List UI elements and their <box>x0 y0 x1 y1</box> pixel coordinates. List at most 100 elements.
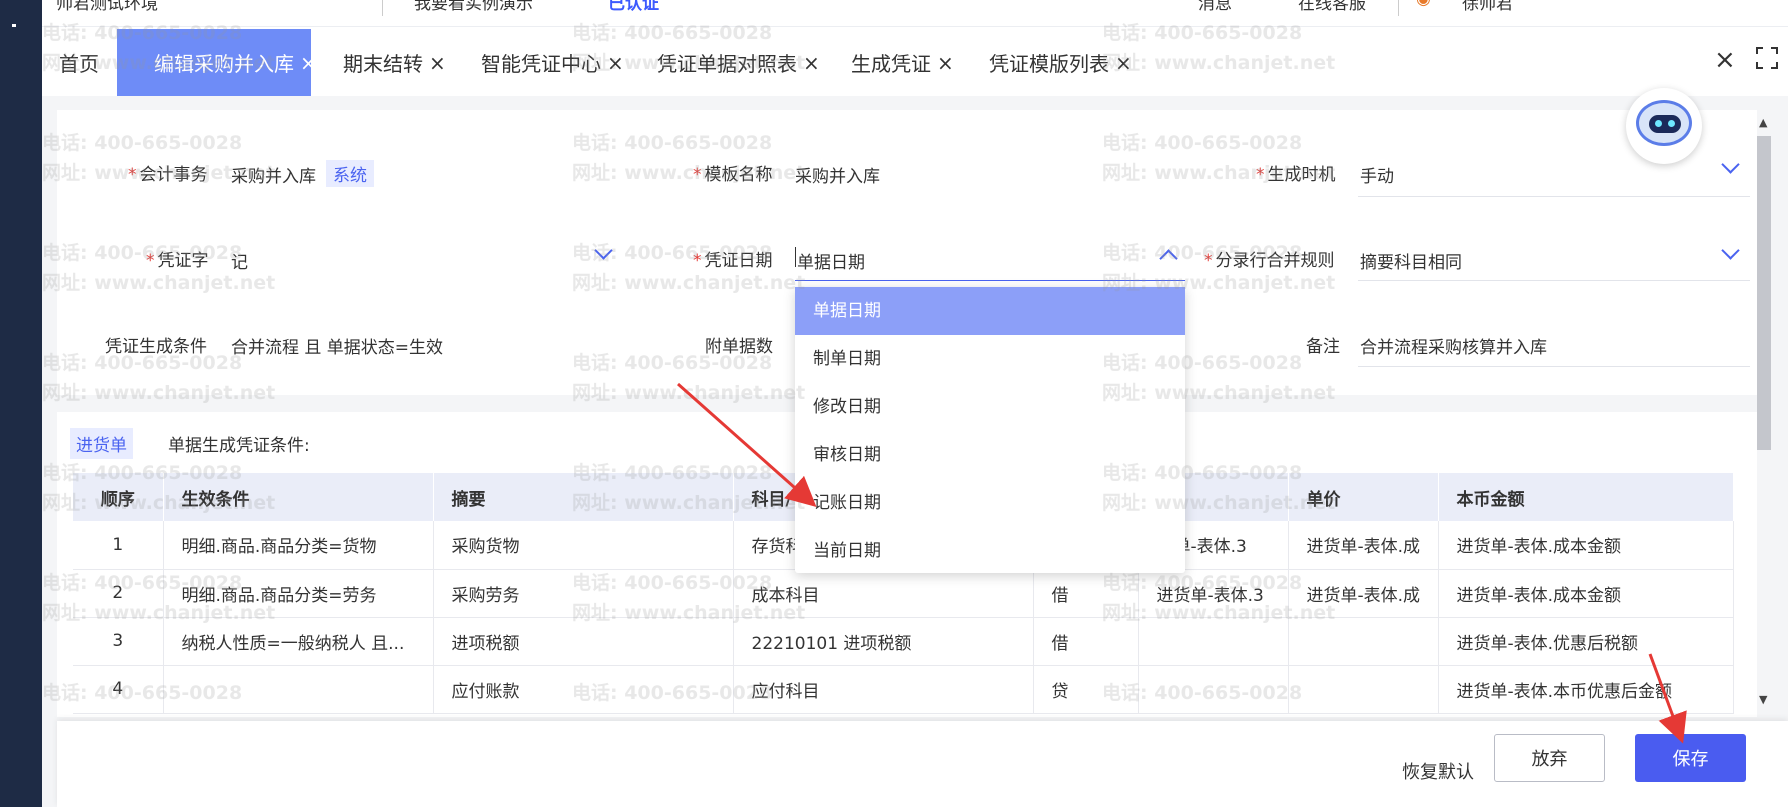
demo-link[interactable]: 我要看实例演示 <box>414 0 533 14</box>
tab-close-icon[interactable]: × <box>1115 51 1132 75</box>
cell-quantity[interactable] <box>1138 665 1289 714</box>
timing-select[interactable]: 手动 <box>1360 162 1394 187</box>
scrollbar-thumb[interactable] <box>1757 136 1771 450</box>
voucher-word-select[interactable]: 记 <box>231 248 248 273</box>
cell-account[interactable]: 22210101 进项税额 <box>733 617 1034 666</box>
save-button[interactable]: 保存 <box>1635 734 1746 782</box>
cell-direction[interactable]: 借 <box>1033 569 1139 618</box>
merge-rule-label: * 分录行合并规则 <box>1204 251 1335 271</box>
option-audit-date[interactable]: 审核日期 <box>795 431 1185 479</box>
sidebar-marker <box>12 24 16 27</box>
table-row[interactable]: 2 明细.商品.商品分类=劳务 采购劳务 成本科目 借 进货单-表体.3 进货单… <box>73 569 1734 618</box>
cell-summary[interactable]: 采购劳务 <box>433 569 734 618</box>
cell-price[interactable]: 进货单-表体.成 <box>1288 521 1439 570</box>
tab-label: 期末结转 <box>343 52 423 76</box>
tab-label: 凭证单据对照表 <box>657 52 797 76</box>
tab-label: 智能凭证中心 <box>481 52 601 76</box>
remark-input[interactable]: 合并流程采购核算并入库 <box>1360 333 1547 358</box>
tab-generate-voucher[interactable]: 生成凭证 × <box>851 29 954 96</box>
option-current-date[interactable]: 当前日期 <box>795 527 1185 575</box>
merge-rule-select[interactable]: 摘要科目相同 <box>1360 248 1462 273</box>
tab-close-icon[interactable]: × <box>607 51 624 75</box>
tab-bar: 首页 编辑采购并入库 × 期末结转 × 智能凭证中心 × 凭证单据对照表 × 生成凭证 ×… <box>42 27 1788 96</box>
avatar[interactable]: ◉ <box>1416 0 1431 9</box>
cell-amount[interactable]: 进货单-表体.优惠后税额 <box>1438 617 1734 666</box>
ai-assistant-robot-icon[interactable] <box>1626 88 1702 164</box>
table-row[interactable]: 3 纳税人性质=一般纳税人 且... 进项税额 22210101 进项税额 借 … <box>73 617 1734 666</box>
cell-summary[interactable]: 应付账款 <box>433 665 734 714</box>
remark-label: 备注 <box>1306 337 1340 357</box>
cell-quantity[interactable] <box>1138 617 1289 666</box>
fullscreen-icon[interactable] <box>1756 47 1778 69</box>
cell-amount[interactable]: 进货单-表体.本币优惠后金额 <box>1438 665 1734 714</box>
tab-label: 生成凭证 <box>851 52 931 76</box>
cell-account[interactable]: 成本科目 <box>733 569 1034 618</box>
robot-face <box>1649 115 1681 133</box>
tab-voucher-doc-map[interactable]: 凭证单据对照表 × <box>657 29 820 96</box>
text-caret <box>795 247 796 267</box>
remark-underline <box>1358 366 1750 367</box>
cell-account[interactable]: 应付科目 <box>733 665 1034 714</box>
tab-label: 首页 <box>59 52 99 76</box>
env-name[interactable]: 帅君测试环境 <box>56 0 158 14</box>
cell-price[interactable]: 进货单-表体.成 <box>1288 569 1439 618</box>
top-bar: 帅君测试环境 我要看实例演示 已认证 消息 在线客服 ◉ 徐帅君 <box>42 0 1788 27</box>
cell-condition[interactable]: 纳税人性质=一般纳税人 且... <box>163 617 434 666</box>
tab-close-icon[interactable]: × <box>429 51 446 75</box>
page-scrollbar[interactable]: ▲ ▼ <box>1756 110 1772 715</box>
option-posting-date[interactable]: 记账日期 <box>795 479 1185 527</box>
cell-price[interactable] <box>1288 665 1439 714</box>
cell-order: 2 <box>73 569 164 618</box>
online-service-link[interactable]: 在线客服 <box>1298 0 1366 14</box>
voucher-date-label: * 凭证日期 <box>693 251 773 271</box>
business-value: 采购并入库 <box>231 167 316 187</box>
cell-condition[interactable] <box>163 665 434 714</box>
cert-badge: 已认证 <box>608 0 659 14</box>
tab-edit-purchase[interactable]: 编辑采购并入库 × <box>117 29 317 96</box>
messages-link[interactable]: 消息 <box>1198 0 1232 14</box>
template-name-label: * 模板名称 <box>693 165 773 185</box>
tab-home[interactable]: 首页 <box>59 29 99 96</box>
scroll-up-icon[interactable]: ▲ <box>1759 116 1767 129</box>
table-row[interactable]: 4 应付账款 应付科目 贷 进货单-表体.本币优惠后金额 <box>73 665 1734 714</box>
restore-default-button[interactable]: 恢复默认 <box>1402 758 1474 784</box>
cell-direction[interactable]: 借 <box>1033 617 1139 666</box>
tab-close-icon[interactable]: × <box>300 51 317 75</box>
cell-price[interactable] <box>1288 617 1439 666</box>
user-name[interactable]: 徐帅君 <box>1462 0 1513 14</box>
cell-order: 1 <box>73 521 164 570</box>
col-condition: 生效条件 <box>163 473 434 521</box>
voucher-date-underline <box>795 280 1185 281</box>
option-create-date[interactable]: 制单日期 <box>795 335 1185 383</box>
col-amount: 本币金额 <box>1438 473 1734 521</box>
voucher-date-select[interactable]: 单据日期 <box>797 248 865 273</box>
voucher-word-label: * 凭证字 <box>146 251 209 271</box>
scroll-down-icon[interactable]: ▼ <box>1759 693 1767 706</box>
discard-button[interactable]: 放弃 <box>1494 734 1605 782</box>
cell-direction[interactable]: 贷 <box>1033 665 1139 714</box>
cell-summary[interactable]: 进项税额 <box>433 617 734 666</box>
option-doc-date[interactable]: 单据日期 <box>795 287 1185 335</box>
tab-voucher-templates[interactable]: 凭证模版列表 × <box>989 29 1132 96</box>
tab-period-end[interactable]: 期末结转 × <box>343 29 446 96</box>
attach-count-label: 附单据数 <box>705 337 773 357</box>
cell-order: 3 <box>73 617 164 666</box>
close-all-tabs-icon[interactable]: × <box>1714 45 1736 75</box>
cell-summary[interactable]: 采购货物 <box>433 521 734 570</box>
cell-condition[interactable]: 明细.商品.商品分类=劳务 <box>163 569 434 618</box>
system-tag: 系统 <box>326 160 374 187</box>
doc-type-tag[interactable]: 进货单 <box>70 428 133 459</box>
voucher-date-dropdown: 单据日期 制单日期 修改日期 审核日期 记账日期 当前日期 <box>795 287 1185 573</box>
condition-value[interactable]: 合并流程 且 单据状态=生效 <box>231 333 443 358</box>
tab-voucher-center[interactable]: 智能凭证中心 × <box>481 29 624 96</box>
cell-amount[interactable]: 进货单-表体.成本金额 <box>1438 569 1734 618</box>
col-order: 顺序 <box>73 473 164 521</box>
tab-close-icon[interactable]: × <box>803 51 820 75</box>
cell-condition[interactable]: 明细.商品.商品分类=货物 <box>163 521 434 570</box>
option-modify-date[interactable]: 修改日期 <box>795 383 1185 431</box>
business-label: * 会计事务 <box>128 165 208 185</box>
template-name-value[interactable]: 采购并入库 <box>795 162 880 187</box>
tab-close-icon[interactable]: × <box>937 51 954 75</box>
cell-quantity[interactable]: 进货单-表体.3 <box>1138 569 1289 618</box>
cell-amount[interactable]: 进货单-表体.成本金额 <box>1438 521 1734 570</box>
